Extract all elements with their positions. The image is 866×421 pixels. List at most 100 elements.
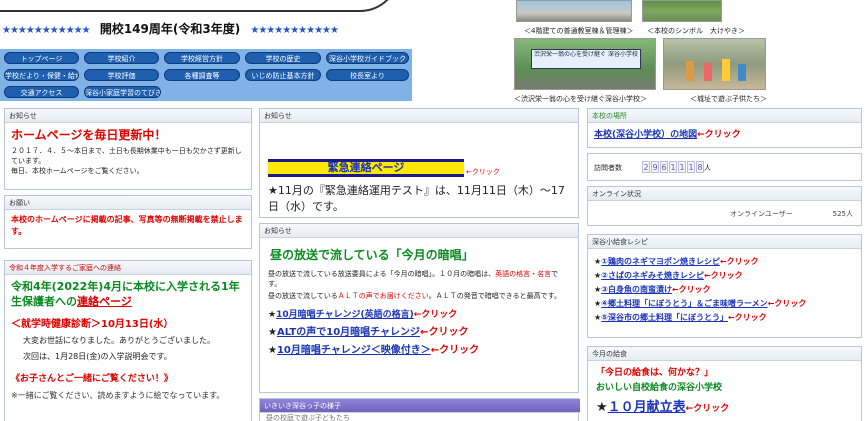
counter-digit: 1 (669, 161, 677, 173)
click-hint: ←クリック (430, 345, 480, 356)
nav-school-intro[interactable]: 学校紹介 (84, 52, 159, 64)
nav-policy[interactable]: 学校経営方針 (164, 52, 240, 64)
entry-link[interactable]: 連絡ページ (77, 295, 132, 308)
map-row: 本校(深谷小学校）の地図←クリック (588, 123, 861, 144)
counter-digit: 9 (651, 161, 659, 173)
photo-children-playing (663, 38, 766, 90)
lunch-box: 今月の給食 「今日の給食は、何かな？」 おいしい自校給食の深谷小学校 ★１０月献… (587, 346, 862, 421)
photo-school-building (516, 0, 632, 22)
click-hint: ←クリック (420, 327, 469, 338)
recipe-item: ★④郷土料理「にぼうとう」＆ごま味噌ラーメン←クリック (594, 299, 807, 308)
request-box: お願い 本校のホームページに掲載の記事、写真等の無断掲載を禁止します。 (4, 195, 252, 249)
lunch-question: 「今日の給食は、何かな？」 (596, 368, 714, 378)
link-recite-alt[interactable]: ALTの声で10月暗唱チャレンジ (277, 327, 420, 338)
recipe-box: 深谷小給食レシピ ★①鶏肉のネギマヨポン焼きレシピ←クリック ★②さばのネギみそ… (587, 234, 862, 338)
nav-anti-bullying[interactable]: いじめ防止基本方針 (245, 69, 321, 81)
nav-access[interactable]: 交通アクセス (4, 86, 79, 98)
nav-newsletter[interactable]: 学校だより・保健・給食 (4, 69, 79, 81)
online-count: 525人 (832, 210, 853, 218)
cut-text: ※一緒にご覧ください、読めますように絵でなっています。 (11, 391, 225, 400)
kids-box: いきいき深谷っ子の様子 昼の校庭で遊ぶ子どもたち (259, 398, 580, 421)
counter-digit: 6 (660, 161, 668, 173)
recipe-item: ★③白身魚の南蛮漬け←クリック (594, 285, 711, 294)
location-box: 本校の場所 本校(深谷小学校）の地図←クリック (587, 108, 862, 148)
recite-body-red: 英語の格言・名言 (495, 270, 552, 278)
please-see: 《お子さんとご一緒にご覧ください！》 (11, 374, 173, 384)
page: ★★★★★★★★★★★ 開校149周年(令和3年度) ★★★★★★★★★★★ ト… (0, 0, 866, 421)
recite-body-alt: ＡＬＴの声でお届けください (337, 292, 429, 300)
lunch-subtitle: おいしい自校給食の深谷小学校 (596, 383, 723, 393)
click-hint: ←クリック (719, 257, 759, 266)
photo-keyaki-tree (642, 0, 722, 22)
menu-link[interactable]: １０月献立表 (608, 400, 686, 415)
online-label: オンラインユーザー (730, 210, 793, 218)
recite-link-row-2: ★ALTの声で10月暗唱チャレンジ←クリック (268, 327, 469, 338)
recite-link-row-1: ★10月暗唱チャレンジ(英語の格言)←クリック (268, 310, 458, 320)
menu-row: ★１０月献立表←クリック (596, 400, 730, 415)
anniversary-heading: ★★★★★★★★★★★ 開校149周年(令和3年度) ★★★★★★★★★★★ (2, 20, 502, 37)
recipe-link-1[interactable]: ①鶏肉のネギマヨポン焼きレシピ (601, 257, 720, 266)
child-figure (722, 59, 730, 81)
recite-body-1: 昼の放送で流している放送委員による「今月の暗唱」。１０月の暗唱は、 (268, 270, 496, 278)
click-hint: ←クリック (671, 285, 711, 294)
notice-header: お知らせ (260, 224, 578, 238)
online-header: オンライン状況 (588, 187, 861, 201)
recipe-item: ★①鶏肉のネギマヨポン焼きレシピ←クリック (594, 257, 759, 266)
caption-keyaki: ＜本校のシンボル 大けやき＞ (647, 27, 745, 35)
counter-digit: 1 (687, 161, 695, 173)
photo-banner: 渋沢栄一翁の心を受け継ぐ 深谷小学校 (514, 38, 656, 90)
link-recite-video[interactable]: 10月暗唱チャレンジ＜映像付き＞ (277, 345, 431, 356)
request-header: お願い (5, 196, 251, 210)
nav-principal[interactable]: 校長室より (326, 69, 409, 81)
notice-box-updates: お知らせ ホームページを毎日更新中！ ２０１７．４．５〜本日まで、土日も長期休業… (4, 108, 252, 190)
stars-left: ★★★★★★★★★★★ (2, 25, 91, 36)
nav-guidebook[interactable]: 深谷小学校ガイドブック (326, 52, 409, 64)
kids-cut: 昼の校庭で遊ぶ子どもたち (266, 414, 350, 421)
recipe-link-3[interactable]: ③白身魚の南蛮漬け (601, 285, 672, 294)
click-hint: ←クリック (685, 404, 730, 414)
kids-header: いきいき深谷っ子の様子 (260, 399, 580, 413)
recipe-link-5[interactable]: ⑤深谷市の郷土料理「にぼうとう」 (601, 313, 728, 322)
visitor-digits: 2961118 (642, 161, 704, 173)
online-box: オンライン状況 オンラインユーザー 525人 (587, 186, 862, 226)
recipe-link-2[interactable]: ②さばのネギみそ焼きレシピ (601, 271, 704, 280)
next-meeting: 次回は、1月28日(金)の入学説明会です。 (23, 352, 172, 361)
nav-home-study[interactable]: 深谷小家庭学習のてびき (84, 86, 161, 98)
daily-update-title: ホームページを毎日更新中！ (11, 128, 167, 142)
test-notice: ★11月の『緊急連絡運用テスト』は、11月11日（木）〜17日（水）です。 (268, 184, 565, 213)
recite-notice-box: お知らせ 昼の放送で流している「今月の暗唱」 昼の放送で流している放送委員による… (259, 223, 579, 393)
click-hint: ←クリック (703, 271, 743, 280)
click-hint: ←クリック (413, 310, 458, 320)
child-figure (686, 61, 694, 81)
anniversary-title: 開校149周年(令和3年度) (99, 22, 241, 36)
map-link[interactable]: 本校(深谷小学校）の地図 (594, 130, 697, 140)
entry-box: 令和４年度入学するご家庭への連絡 令和4年(2022年)4月に本校に入学される1… (4, 260, 252, 421)
recipe-item: ★②さばのネギみそ焼きレシピ←クリック (594, 271, 743, 280)
lunch-header: 今月の給食 (588, 347, 861, 361)
counter-digit: 2 (642, 161, 650, 173)
nav-evaluation[interactable]: 学校評価 (84, 69, 159, 81)
click-hint: ←クリック (767, 299, 807, 308)
caption-banner: ＜渋沢栄一翁の心を受け継ぐ深谷小学校＞ (514, 95, 647, 103)
health-check: ＜就学時健康診断＞10月13日(水） (11, 319, 174, 330)
link-recite-english[interactable]: 10月暗唱チャレンジ(英語の格言) (276, 310, 414, 320)
thanks-text: 大変お世話になりました。ありがとうございました。 (23, 336, 215, 345)
caption-building: ＜4階建ての普通教室棟＆管理棟＞ (524, 27, 634, 35)
caption-children: ＜城址で遊ぶ子供たち＞ (690, 95, 767, 103)
click-hint: ←クリック (466, 168, 500, 176)
recite-title: 昼の放送で流している「今月の暗唱」 (270, 248, 474, 262)
recipe-link-4[interactable]: ④郷土料理「にぼうとう」＆ごま味噌ラーメン (601, 299, 767, 308)
emergency-notice-box: お知らせ 緊急連絡ページ ←クリック ★11月の『緊急連絡運用テスト』は、11月… (259, 108, 579, 218)
recite-link-row-3: ★10月暗唱チャレンジ＜映像付き＞←クリック (268, 345, 480, 356)
notice-header: お知らせ (260, 109, 578, 123)
visits-unit: 人 (704, 164, 711, 172)
emergency-banner[interactable]: 緊急連絡ページ (268, 159, 464, 177)
nav-history[interactable]: 学校の歴史 (245, 52, 321, 64)
visitor-counter-box: 訪問者数 2961118 人 (587, 153, 862, 181)
visits-label: 訪問者数 (594, 164, 622, 172)
nav-top-page[interactable]: トップページ (4, 52, 79, 64)
nav-surveys[interactable]: 各種調査等 (164, 69, 240, 81)
daily-update-body2: 毎日、本校ホームページをご覧ください。 (11, 167, 144, 175)
counter-digit: 8 (696, 161, 704, 173)
request-text: 本校のホームページに掲載の記事、写真等の無断掲載を禁止します。 (11, 215, 243, 236)
